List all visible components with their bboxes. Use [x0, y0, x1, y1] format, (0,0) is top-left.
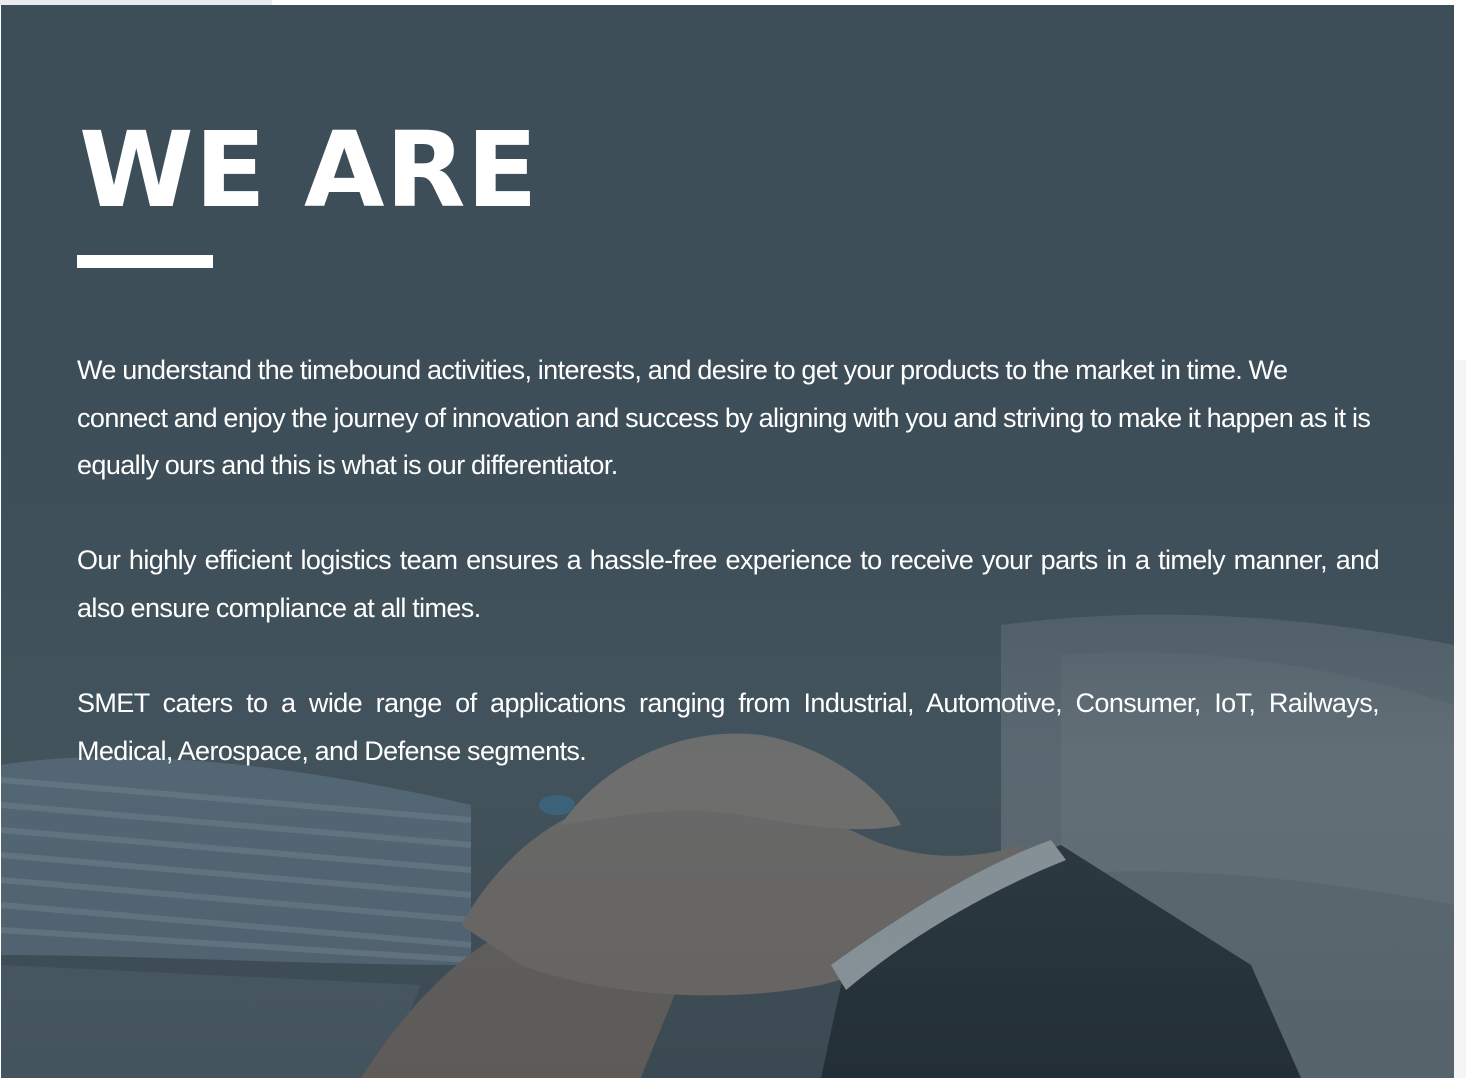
side-strip — [1454, 360, 1466, 1078]
heading-underline — [77, 255, 213, 268]
we-are-section: WE ARE We understand the timebound activ… — [1, 5, 1454, 1078]
paragraph-logistics: Our highly efficient logistics team ensu… — [77, 545, 1380, 623]
section-heading: WE ARE — [79, 109, 539, 231]
page: WE ARE We understand the timebound activ… — [0, 0, 1466, 1078]
paragraph-applications: SMET caters to a wide range of applicati… — [77, 688, 1380, 766]
paragraph-differentiator: We understand the timebound activities, … — [77, 355, 1371, 480]
